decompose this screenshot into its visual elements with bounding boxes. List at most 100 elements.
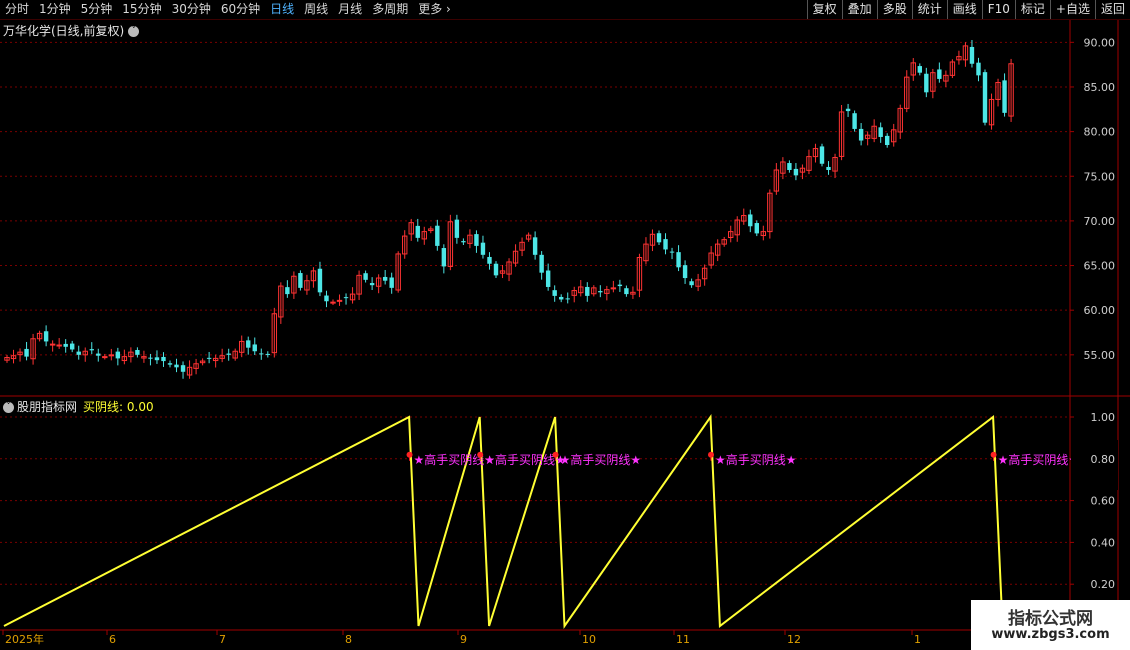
x-tick-label: 1 <box>914 633 921 646</box>
candle-body <box>714 243 721 256</box>
watermark-title: 指标公式网 <box>1008 609 1093 629</box>
candle-body <box>102 356 108 359</box>
toolbar-button-8[interactable]: 返回 <box>1094 0 1130 19</box>
x-tick-label: 10 <box>582 633 596 646</box>
toolbar-button-2[interactable]: 多股 <box>876 0 912 19</box>
candle-body <box>259 353 264 355</box>
candle-body <box>852 113 857 129</box>
signal-annotation: ★高手买阴线★ <box>484 452 566 467</box>
candle-body <box>369 283 375 286</box>
chart-canvas[interactable]: 90.00 85.00 80.00 75.00 70.00 65.00 60.00 55.00… <box>0 0 1130 650</box>
candle-body <box>96 353 101 356</box>
candle-body <box>226 353 231 355</box>
period-tab-2[interactable]: 5分钟 <box>76 0 118 19</box>
candle-body <box>487 256 492 264</box>
candle-body <box>610 287 617 290</box>
candle-body <box>186 366 193 376</box>
toolbar: 分时 1分钟 5分钟 15分钟 30分钟 60分钟 日线 周线 月线 多周期 更多 › 复权 叠加 多股… <box>0 0 1130 20</box>
candle-body <box>408 222 414 235</box>
chevron-down-icon[interactable]: ˅ <box>128 26 140 37</box>
candle-body <box>435 225 440 246</box>
period-tab-4[interactable]: 30分钟 <box>167 0 216 19</box>
candle-body <box>741 215 747 222</box>
candle-body <box>976 62 981 76</box>
period-tab-10[interactable]: 更多 › <box>413 0 456 19</box>
price-tick-label: 90.00 <box>1084 36 1116 49</box>
candle-body <box>826 166 831 170</box>
candle-body <box>760 231 767 237</box>
candle-body <box>330 301 336 304</box>
candle-body <box>4 357 10 361</box>
candle-body <box>148 357 153 359</box>
candle-body <box>174 364 179 368</box>
x-tick-label: 12 <box>787 633 801 646</box>
toolbar-button-1[interactable]: 叠加 <box>841 0 877 19</box>
candle-body <box>467 234 473 244</box>
candle-body <box>70 343 75 350</box>
candle-body <box>291 275 297 294</box>
signal-marker <box>708 451 714 458</box>
candle-body <box>630 291 636 295</box>
candle-body <box>669 251 675 253</box>
toolbar-buttons: 复权 叠加 多股 统计 画线 F10 标记 +自选 返回 <box>806 0 1130 19</box>
chart-title: 万华化学(日线,前复权) <box>3 24 125 38</box>
candle-body <box>246 340 251 348</box>
candle-body <box>304 280 310 291</box>
candle-body <box>461 241 466 243</box>
candle-body <box>904 76 910 109</box>
toolbar-button-6[interactable]: 标记 <box>1014 0 1050 19</box>
candle-body <box>56 344 62 347</box>
period-tab-6[interactable]: 日线 <box>265 0 299 19</box>
toolbar-button-4[interactable]: 画线 <box>946 0 982 19</box>
axis-mask <box>1071 440 1118 490</box>
x-tick-label: 8 <box>345 633 352 646</box>
candle-body <box>343 297 349 299</box>
signal-marker <box>477 451 484 458</box>
candle-body <box>565 298 570 300</box>
signal-line <box>3 414 1070 629</box>
candle-body <box>480 242 486 255</box>
candle-body <box>363 273 368 280</box>
period-tab-8[interactable]: 月线 <box>333 0 367 19</box>
toolbar-button-5[interactable]: F10 <box>981 0 1015 19</box>
toolbar-button-3[interactable]: 统计 <box>911 0 947 19</box>
candle-body <box>349 293 356 301</box>
candle-body <box>441 248 447 267</box>
candle-body <box>265 353 270 355</box>
price-tick-label: 55.00 <box>1084 349 1116 362</box>
candle-body <box>89 349 94 351</box>
candle-body <box>624 288 629 295</box>
candle-body <box>910 62 916 76</box>
price-tick-label: 75.00 <box>1084 170 1116 183</box>
candle-body <box>995 82 1001 100</box>
candle-body <box>578 286 584 294</box>
candle-body <box>336 299 343 302</box>
candle-body <box>219 355 225 359</box>
chevron-down-icon[interactable]: ˅ <box>3 402 14 413</box>
x-tick-label: 2025年 <box>5 632 44 646</box>
candle-body <box>278 285 284 318</box>
period-tab-7[interactable]: 周线 <box>299 0 333 19</box>
period-tab-5[interactable]: 60分钟 <box>216 0 265 19</box>
candle-body <box>121 356 128 362</box>
candle-body <box>571 290 577 296</box>
period-tab-3[interactable]: 15分钟 <box>117 0 166 19</box>
candle-body <box>858 128 864 141</box>
candle-body <box>656 233 662 243</box>
signal-marker <box>406 451 413 458</box>
indicator-tick-label: 0.40 <box>1091 536 1116 549</box>
period-tab-1[interactable]: 1分钟 <box>34 0 76 19</box>
signal-annotation: ★高手买阴线★ <box>998 452 1080 467</box>
candle-body <box>43 331 49 342</box>
period-tab-0[interactable]: 分时 <box>0 0 34 19</box>
candle-body <box>663 239 668 250</box>
period-tab-9[interactable]: 多周期 <box>367 0 413 19</box>
toolbar-button-7[interactable]: +自选 <box>1049 0 1095 19</box>
candle-body <box>285 287 290 295</box>
candle-body <box>832 157 838 172</box>
candle-body <box>525 234 532 240</box>
toolbar-button-0[interactable]: 复权 <box>806 0 842 19</box>
price-tick-label: 80.00 <box>1084 126 1116 139</box>
indicator-tick-label: 0.20 <box>1091 578 1116 591</box>
candle-body <box>310 270 317 282</box>
